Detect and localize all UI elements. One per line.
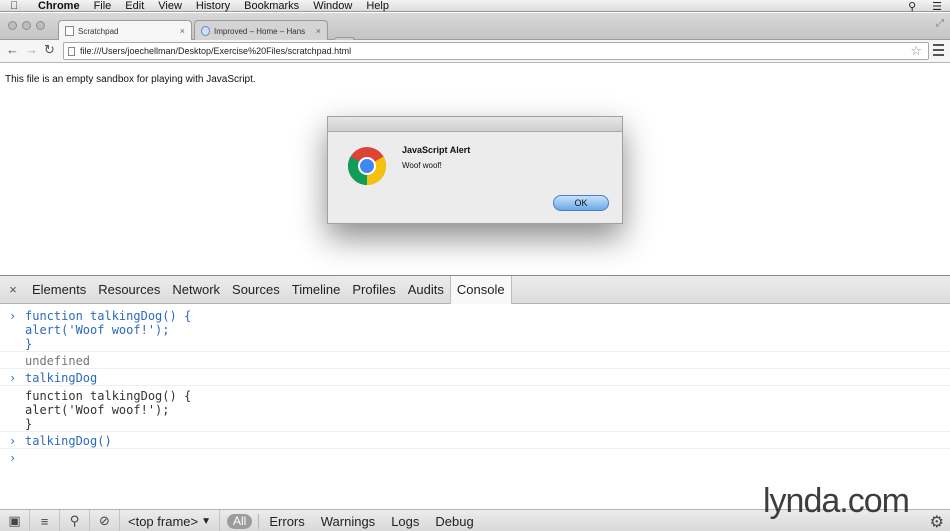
console-line: undefined	[25, 354, 91, 368]
alert-message: Woof woof!	[402, 161, 442, 170]
clear-console-icon[interactable]: ⊘	[90, 509, 120, 531]
chrome-logo-icon	[347, 147, 387, 186]
devtools-close-icon[interactable]: ×	[0, 282, 26, 297]
tab-resources[interactable]: Resources	[92, 276, 166, 304]
mac-menu-bar:  Chrome File Edit View History Bookmark…	[0, 0, 950, 13]
console-prompt-line[interactable]: ›	[0, 449, 950, 465]
tab-scratchpad[interactable]: Scratchpad ×	[58, 20, 192, 41]
menubar-status-area: ⚲ ☰	[908, 0, 942, 13]
filter-errors[interactable]: Errors	[261, 514, 312, 529]
javascript-alert-dialog: JavaScript Alert Woof woof! OK	[327, 116, 623, 224]
menu-chrome[interactable]: Chrome	[38, 0, 80, 12]
alert-title-bar	[328, 117, 622, 132]
window-zoom-button[interactable]	[36, 21, 45, 30]
tab-timeline[interactable]: Timeline	[286, 276, 347, 304]
tab-title: Scratchpad	[78, 26, 119, 36]
spotlight-search-icon[interactable]: ⚲	[908, 0, 916, 13]
console-output[interactable]: › function talkingDog() { alert('Woof wo…	[0, 305, 950, 505]
console-line: }	[25, 417, 33, 431]
tab-network[interactable]: Network	[166, 276, 226, 304]
tab-audits[interactable]: Audits	[402, 276, 450, 304]
filter-warnings[interactable]: Warnings	[313, 514, 383, 529]
devtools-tab-bar: × Elements Resources Network Sources Tim…	[0, 275, 950, 304]
window-minimize-button[interactable]	[22, 21, 31, 30]
console-line: alert('Woof woof!');	[25, 323, 170, 337]
console-line: }	[25, 337, 33, 351]
tab-close-icon[interactable]: ×	[316, 26, 321, 36]
bookmark-star-icon[interactable]: ☆	[910, 43, 922, 59]
frame-selector[interactable]: <top frame> ▼	[120, 509, 221, 531]
console-input-entry: › function talkingDog() { alert('Woof wo…	[0, 305, 950, 352]
filter-logs[interactable]: Logs	[383, 514, 427, 529]
console-line: alert('Woof woof!');	[25, 403, 170, 417]
filter-divider	[258, 513, 260, 529]
menu-file[interactable]: File	[94, 0, 112, 12]
menu-window[interactable]: Window	[313, 0, 352, 12]
window-close-button[interactable]	[8, 21, 17, 30]
alert-ok-button[interactable]: OK	[553, 195, 609, 211]
page-icon	[68, 46, 75, 56]
console-line: function talkingDog() {	[25, 389, 192, 403]
menu-edit[interactable]: Edit	[125, 0, 144, 12]
notification-list-icon[interactable]: ☰	[932, 0, 942, 13]
chevron-down-icon: ▼	[201, 515, 212, 527]
url-text[interactable]: file:///Users/joechellman/Desktop/Exerci…	[80, 46, 910, 56]
console-line: function talkingDog() {	[25, 309, 192, 323]
console-result-entry: undefined	[0, 352, 950, 369]
prompt-chevron-icon: ›	[9, 371, 17, 385]
tab-close-icon[interactable]: ×	[180, 26, 185, 36]
address-bar[interactable]: file:///Users/joechellman/Desktop/Exerci…	[63, 42, 929, 60]
prompt-chevron-icon: ›	[9, 309, 17, 323]
tab-console[interactable]: Console	[449, 275, 512, 304]
tab-strip: Scratchpad × Improved – Home – Hans × ⤢	[0, 13, 950, 48]
alert-title: JavaScript Alert	[402, 145, 471, 155]
console-line: talkingDog()	[25, 434, 112, 448]
reload-icon[interactable]: ↻	[44, 42, 55, 58]
page-text: This file is an empty sandbox for playin…	[5, 74, 256, 85]
lynda-watermark: lynda.com	[763, 482, 910, 520]
menu-view[interactable]: View	[158, 0, 182, 12]
browser-toolbar: ← → ↻ file:///Users/joechellman/Desktop/…	[0, 40, 950, 63]
dock-icon[interactable]: ▣	[0, 509, 30, 531]
apple-icon[interactable]: 	[10, 0, 24, 12]
tab-elements[interactable]: Elements	[26, 276, 92, 304]
tab-sources[interactable]: Sources	[226, 276, 286, 304]
frame-selector-label: <top frame>	[128, 513, 199, 529]
console-drawer-icon[interactable]: ≡	[30, 509, 60, 531]
forward-arrow-icon[interactable]: →	[25, 42, 38, 57]
tab-profiles[interactable]: Profiles	[346, 276, 401, 304]
globe-favicon-icon	[201, 26, 210, 36]
chrome-menu-icon[interactable]	[933, 44, 944, 56]
prompt-chevron-icon: ›	[9, 434, 17, 448]
fullscreen-icon[interactable]: ⤢	[936, 18, 944, 29]
console-input-entry: › talkingDog()	[0, 432, 950, 449]
console-line: talkingDog	[25, 371, 98, 385]
tab-improved-home[interactable]: Improved – Home – Hans ×	[194, 20, 328, 41]
search-icon[interactable]: ⚲	[60, 509, 90, 531]
console-result-entry: function talkingDog() { alert('Woof woof…	[0, 386, 950, 432]
filter-all[interactable]: All	[227, 513, 253, 529]
menu-help[interactable]: Help	[366, 0, 389, 12]
console-input-entry: › talkingDog	[0, 369, 950, 386]
gear-icon[interactable]: ⚙	[930, 512, 944, 531]
menu-history[interactable]: History	[196, 0, 230, 12]
tab-title: Improved – Home – Hans	[214, 26, 306, 36]
menu-bookmarks[interactable]: Bookmarks	[244, 0, 299, 12]
prompt-chevron-icon: ›	[9, 451, 17, 465]
page-favicon-icon	[65, 26, 74, 36]
filter-debug[interactable]: Debug	[427, 514, 481, 529]
back-arrow-icon[interactable]: ←	[6, 42, 19, 57]
